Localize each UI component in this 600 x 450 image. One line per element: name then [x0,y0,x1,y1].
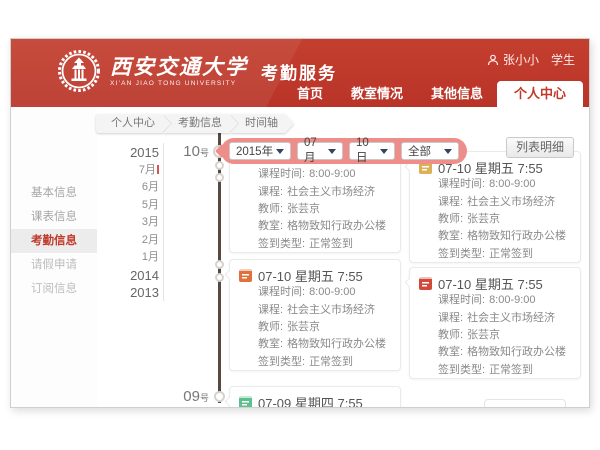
day-suffix: 号 [200,148,209,158]
month-nav-month[interactable]: 6月 [97,179,159,197]
attendance-card[interactable]: 07-10 星期五 7:55 课程时间:8:00-9:00 课程:社会主义市场经… [229,259,401,371]
timeline-dot [214,391,225,402]
card-field: 签到类型:正常签到 [239,236,391,252]
card-field: 签到类型:正常签到 [419,246,571,262]
month-select-value: 07月 [304,137,328,165]
date-filter-popup: 2015年 07月 10日 全部 [221,138,467,164]
type-select[interactable]: 全部 [401,142,459,160]
attendance-card[interactable]: 07-10 星期五 7:55 课程时间:8:00-9:00 课程:社会主义市场经… [409,151,581,263]
chevron-down-icon [444,149,452,154]
breadcrumb-attendance-info[interactable]: 考勤信息 [163,114,238,133]
card-title: 07-10 星期五 7:55 [258,266,363,285]
calendar-icon [419,277,432,290]
attendance-card[interactable]: 07-09 星期四 7:55 课程时间:8:00-9:00 课程:社会主义市场经… [229,386,401,408]
day-select[interactable]: 10日 [349,142,395,160]
card-field: 教室:格物致知行政办公楼 [239,218,391,234]
card-field: 课程时间:8:00-9:00 [239,166,391,182]
main-nav: 首页 教室情况 其他信息 个人中心 [283,81,583,107]
day-select-value: 10日 [356,137,380,165]
card-field: 课程:社会主义市场经济 [239,184,391,200]
user-name: 张小小 [503,51,539,68]
card-title: 07-10 星期五 7:55 [438,274,543,293]
month-nav-year[interactable]: 2015 [97,144,159,162]
app-window: 西安交通大学 XI'AN JIAO TONG UNIVERSITY 考勤服务 张… [10,38,590,408]
nav-classrooms[interactable]: 教室情况 [337,81,417,107]
attendance-card-partial[interactable] [484,399,566,408]
card-field: 课程:社会主义市场经济 [239,302,391,318]
day-suffix: 号 [200,393,209,403]
attendance-card[interactable]: 07-10 星期五 7:55 课程时间:8:00-9:00 课程:社会主义市场经… [409,267,581,379]
university-logo-icon [57,49,101,93]
card-field: 签到类型:正常签到 [239,354,391,370]
card-field: 课程时间:8:00-9:00 [419,292,571,308]
sidebar: 基本信息 课表信息 考勤信息 请假申请 订阅信息 [11,107,97,407]
month-select[interactable]: 07月 [297,142,343,160]
chevron-down-icon [328,149,336,154]
year-select[interactable]: 2015年 [229,142,291,160]
month-nav-month[interactable]: 2月 [97,232,159,250]
card-field: 签到类型:正常签到 [419,362,571,378]
timeline-dot [215,161,224,170]
month-nav-month[interactable]: 1月 [97,249,159,267]
nav-personal-center[interactable]: 个人中心 [497,81,583,107]
card-field: 课程时间:8:00-9:00 [239,284,391,300]
month-nav-month[interactable]: 5月 [97,197,159,215]
calendar-icon [239,269,252,282]
chevron-down-icon [380,149,388,154]
timeline-dot [215,260,224,269]
month-nav-divider [163,143,164,301]
card-field: 教师:张芸京 [419,327,571,343]
nav-other-info[interactable]: 其他信息 [417,81,497,107]
month-nav-year[interactable]: 2013 [97,284,159,302]
user-icon [487,54,499,66]
breadcrumb-timeline[interactable]: 时间轴 [230,114,294,133]
day-number: 10 [183,143,200,160]
app-title: 考勤服务 [261,59,337,84]
card-arrow [405,278,415,288]
active-month-tick [157,165,159,174]
day-label-09: 09号 [169,388,209,406]
list-detail-button[interactable]: 列表明细 [506,137,574,158]
sidebar-item-subscription-info[interactable]: 订阅信息 [11,277,97,301]
timeline-dot [215,273,224,282]
month-nav: 2015 7月 6月 5月 3月 2月 1月 2014 2013 [97,144,159,302]
chevron-down-icon [276,149,284,154]
card-arrow [225,397,235,407]
card-arrow [225,270,235,280]
card-field: 教室:格物致知行政办公楼 [419,344,571,360]
card-title: 07-09 星期四 7:55 [258,393,363,409]
card-field: 教室:格物致知行政办公楼 [239,336,391,352]
breadcrumb: 个人中心 考勤信息 时间轴 [96,114,294,133]
card-field: 教室:格物致知行政办公楼 [419,228,571,244]
user-info[interactable]: 张小小 学生 [487,51,575,68]
sidebar-item-attendance-info[interactable]: 考勤信息 [11,229,97,253]
university-name-cn: 西安交通大学 [110,55,248,79]
university-name-en: XI'AN JIAO TONG UNIVERSITY [110,80,248,87]
year-select-value: 2015年 [236,143,273,159]
day-number: 09 [183,388,200,405]
card-field: 课程:社会主义市场经济 [419,194,571,210]
month-nav-year[interactable]: 2014 [97,267,159,285]
nav-home[interactable]: 首页 [283,81,337,107]
card-field: 教师:张芸京 [239,201,391,217]
calendar-icon [239,396,252,409]
timeline-dot [215,173,224,182]
sidebar-item-leave-request[interactable]: 请假申请 [11,253,97,277]
month-nav-month[interactable]: 3月 [97,214,159,232]
month-nav-month-active[interactable]: 7月 [139,164,156,176]
breadcrumb-personal-center[interactable]: 个人中心 [96,114,171,133]
sidebar-item-schedule-info[interactable]: 课表信息 [11,205,97,229]
day-label-10: 10号 [169,143,209,161]
user-role: 学生 [551,51,575,68]
card-field: 教师:张芸京 [419,211,571,227]
timeline-axis [218,115,221,403]
card-field: 课程:社会主义市场经济 [419,310,571,326]
type-select-value: 全部 [408,143,431,159]
card-field: 课程时间:8:00-9:00 [419,176,571,192]
sidebar-item-basic-info[interactable]: 基本信息 [11,181,97,205]
app-header: 西安交通大学 XI'AN JIAO TONG UNIVERSITY 考勤服务 张… [11,39,589,107]
card-field: 教师:张芸京 [239,319,391,335]
